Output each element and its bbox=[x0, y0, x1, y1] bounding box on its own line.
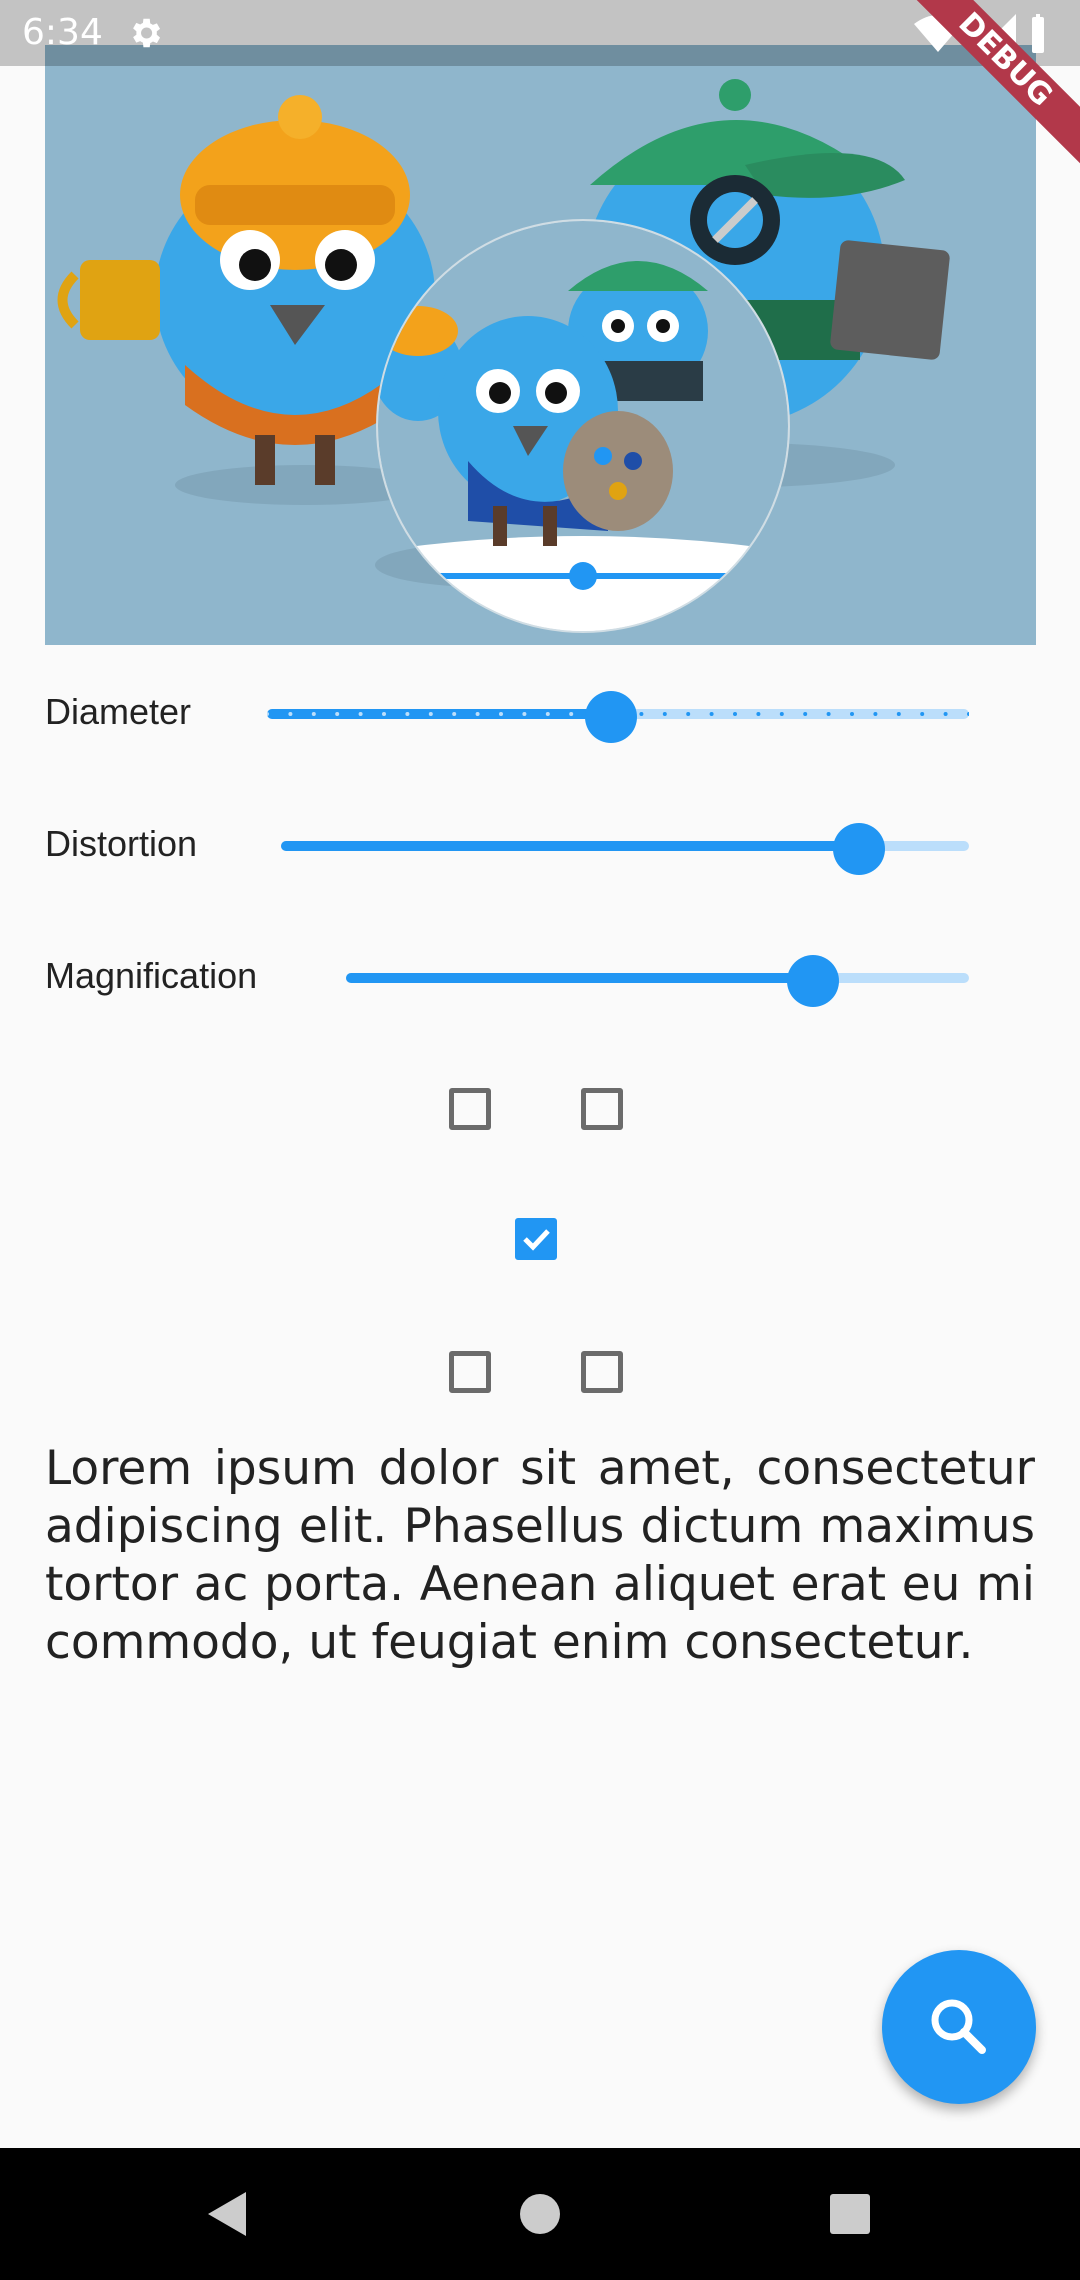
search-fab[interactable] bbox=[882, 1950, 1036, 2104]
home-icon[interactable] bbox=[520, 2194, 560, 2234]
slider-tick bbox=[920, 712, 925, 716]
slider-tick bbox=[335, 712, 340, 716]
battery-icon bbox=[1032, 14, 1044, 53]
search-icon bbox=[931, 1999, 986, 2054]
magnified-view bbox=[378, 221, 788, 631]
distortion-slider-thumb[interactable] bbox=[833, 823, 885, 875]
checkbox-top-left[interactable] bbox=[449, 1088, 491, 1130]
magnification-slider-row: Magnification bbox=[45, 937, 1035, 1017]
status-bar: 6:34 bbox=[0, 0, 1080, 66]
slider-tick bbox=[779, 712, 784, 716]
diameter-slider[interactable] bbox=[267, 691, 969, 743]
checkbox-top-right[interactable] bbox=[581, 1088, 623, 1130]
slider-tick bbox=[709, 712, 714, 716]
slider-tick bbox=[475, 712, 480, 716]
diameter-slider-row: Diameter bbox=[45, 673, 1035, 753]
checkbox-bottom-right[interactable] bbox=[581, 1351, 623, 1393]
slider-tick bbox=[545, 712, 550, 716]
slider-tick bbox=[288, 712, 293, 716]
slider-tick bbox=[803, 712, 808, 716]
slider-tick bbox=[522, 712, 527, 716]
distortion-slider[interactable] bbox=[281, 823, 969, 875]
slider-tick bbox=[967, 712, 969, 716]
slider-tick bbox=[428, 712, 433, 716]
slider-tick bbox=[826, 712, 831, 716]
slider-tick bbox=[733, 712, 737, 716]
settings-icon bbox=[133, 18, 161, 48]
slider-tick bbox=[569, 712, 574, 716]
magnifier-lens[interactable] bbox=[378, 221, 788, 631]
image-panel bbox=[45, 45, 1036, 645]
recents-icon[interactable] bbox=[830, 2194, 870, 2234]
magnification-label: Magnification bbox=[45, 955, 258, 996]
slider-tick bbox=[382, 712, 386, 716]
slider-tick bbox=[896, 712, 901, 716]
slider-tick bbox=[873, 712, 878, 716]
slider-tick bbox=[267, 712, 269, 716]
magnification-slider-thumb[interactable] bbox=[787, 955, 839, 1007]
distortion-slider-fill bbox=[281, 841, 859, 851]
slider-tick bbox=[452, 712, 457, 716]
slider-tick bbox=[311, 712, 316, 716]
slider-tick bbox=[756, 712, 761, 716]
slider-tick bbox=[850, 712, 854, 716]
app-screen: 6:34 DEBUG Diameter Distortion Magnifica… bbox=[0, 0, 1080, 2280]
diameter-label: Diameter bbox=[45, 691, 192, 732]
check-icon bbox=[523, 1229, 550, 1251]
back-icon[interactable] bbox=[208, 2192, 246, 2236]
slider-tick bbox=[405, 712, 410, 716]
slider-tick bbox=[686, 712, 691, 716]
navigation-bar bbox=[0, 2148, 1080, 2280]
checkbox-center[interactable] bbox=[515, 1218, 557, 1260]
magnification-slider-fill bbox=[346, 973, 813, 983]
slider-tick bbox=[943, 712, 948, 716]
lorem-paragraph: Lorem ipsum dolor sit amet, consectetur … bbox=[45, 1441, 1035, 1670]
slider-tick bbox=[358, 712, 363, 716]
slider-tick bbox=[662, 712, 667, 716]
checkbox-bottom-left[interactable] bbox=[449, 1351, 491, 1393]
diameter-slider-thumb[interactable] bbox=[585, 691, 637, 743]
navigation-buttons bbox=[208, 2192, 870, 2236]
distortion-label: Distortion bbox=[45, 823, 198, 864]
slider-tick bbox=[499, 712, 503, 716]
slider-tick bbox=[639, 712, 644, 716]
magnification-slider[interactable] bbox=[346, 955, 969, 1007]
status-time: 6:34 bbox=[22, 12, 103, 53]
distortion-slider-row: Distortion bbox=[45, 805, 1035, 885]
